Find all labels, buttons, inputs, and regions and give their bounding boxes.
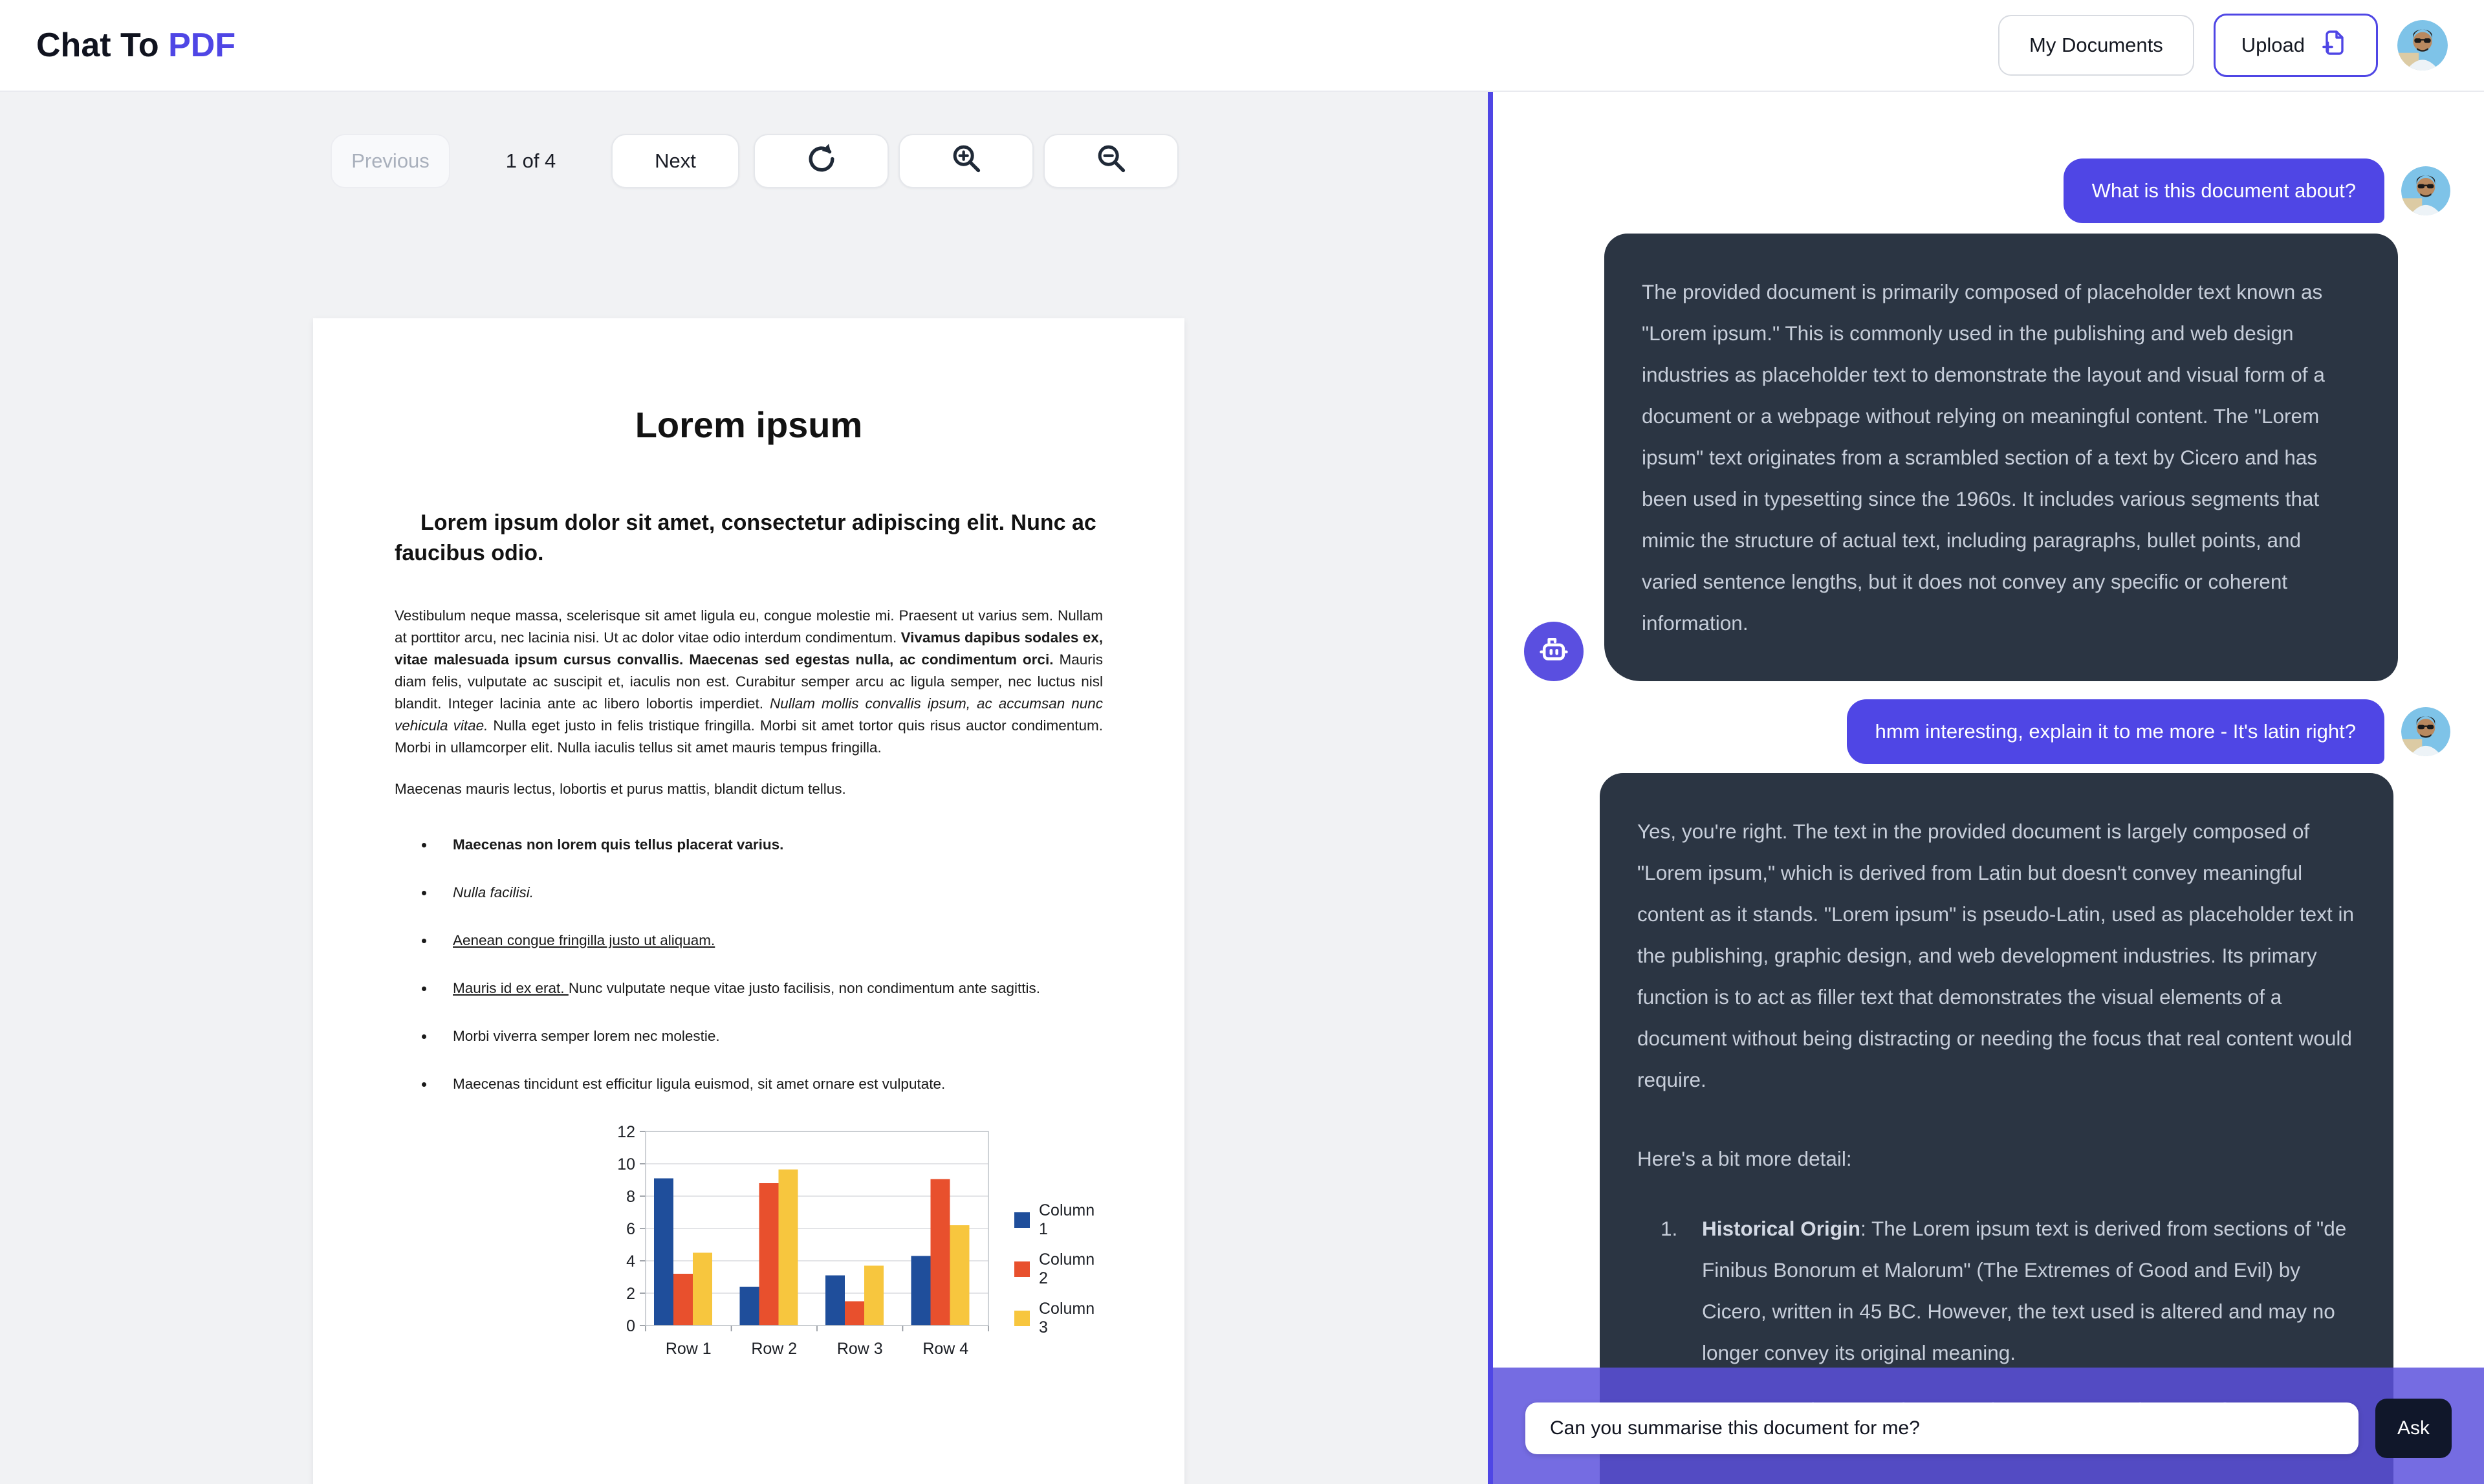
user-message-row: What is this document about? — [1493, 158, 2450, 223]
question-input[interactable] — [1525, 1402, 2359, 1454]
document-paragraph: Maecenas mauris lectus, lobortis et puru… — [395, 781, 846, 797]
header-actions: My Documents Upload — [1998, 14, 2448, 77]
legend-item: Column 1 — [1014, 1201, 1106, 1239]
chart-legend: Column 1 Column 2 Column 3 — [1014, 1201, 1106, 1337]
svg-text:0: 0 — [626, 1317, 635, 1335]
list-item: Aenean congue fringilla justo ut aliquam… — [435, 930, 1103, 952]
bot-message-text: Here's a bit more detail: — [1637, 1147, 1852, 1170]
list-item: Mauris id ex erat. Nunc vulputate neque … — [435, 977, 1103, 999]
svg-text:Row 3: Row 3 — [837, 1340, 883, 1358]
svg-text:6: 6 — [626, 1220, 635, 1238]
chart-bar — [845, 1301, 864, 1326]
user-avatar — [2401, 707, 2450, 756]
chat-message-list[interactable]: What is this document about? The provide… — [1493, 92, 2484, 1484]
pdf-page: Lorem ipsum Lorem ipsum dolor sit amet, … — [313, 318, 1184, 1484]
legend-item: Column 2 — [1014, 1250, 1106, 1288]
zoom-out-button[interactable] — [1043, 134, 1179, 188]
bot-message-text: The provided document is primarily compo… — [1642, 280, 2325, 635]
svg-text:Row 2: Row 2 — [751, 1340, 797, 1358]
legend-label: Column 1 — [1039, 1201, 1095, 1238]
chart-bar — [673, 1274, 693, 1326]
rotate-clockwise-icon — [805, 142, 838, 180]
list-number: 1. — [1661, 1217, 1678, 1240]
document-paragraph: Vestibulum neque massa, scelerisque sit … — [395, 607, 1103, 756]
rotate-button[interactable] — [754, 134, 889, 188]
svg-text:4: 4 — [626, 1252, 635, 1271]
bot-message-bubble: The provided document is primarily compo… — [1604, 234, 2398, 681]
chat-panel: What is this document about? The provide… — [1488, 92, 2484, 1484]
document-subtitle: Lorem ipsum dolor sit amet, consectetur … — [395, 510, 1096, 565]
legend-swatch-column1 — [1014, 1212, 1030, 1228]
list-item: Morbi viverra semper lorem nec molestie. — [435, 1025, 1103, 1047]
upload-label: Upload — [2241, 34, 2305, 56]
chart-bar — [825, 1275, 845, 1326]
upload-button[interactable]: Upload — [2213, 14, 2378, 77]
chat-input-bar: Ask — [1525, 1399, 2452, 1458]
list-item: Maecenas tincidunt est efficitur ligula … — [435, 1073, 1103, 1095]
previous-label: Previous — [351, 149, 430, 172]
brand-text: Chat To — [36, 27, 169, 64]
legend-swatch-column3 — [1014, 1311, 1030, 1326]
list-item: Nulla facilisi. — [435, 882, 1103, 904]
svg-text:12: 12 — [617, 1125, 635, 1141]
bar-chart: 0 2 4 6 8 10 12 Row 1 Row 2 Row 3 Row 4 Column 1 C… — [608, 1123, 1106, 1387]
chart-bar — [739, 1287, 759, 1326]
svg-text:2: 2 — [626, 1285, 635, 1303]
svg-text:10: 10 — [617, 1155, 635, 1173]
chart-bar — [930, 1179, 950, 1326]
brand-accent-text: PDF — [168, 27, 236, 64]
brand-logo: Chat To PDF — [36, 26, 235, 65]
document-title: Lorem ipsum — [635, 404, 863, 445]
chart-bar — [654, 1178, 673, 1326]
next-page-button[interactable]: Next — [611, 134, 739, 188]
user-avatar — [2401, 166, 2450, 215]
bot-message-row: The provided document is primarily compo… — [1524, 234, 2484, 681]
my-documents-label: My Documents — [2029, 34, 2163, 56]
chart-bar — [864, 1265, 884, 1326]
my-documents-button[interactable]: My Documents — [1998, 15, 2194, 76]
pdf-viewer-pane: Previous 1 of 4 Next Lorem ipsum Lorem i… — [0, 92, 1488, 1484]
legend-item: Column 3 — [1014, 1300, 1106, 1337]
user-message-bubble: hmm interesting, explain it to me more -… — [1846, 699, 2384, 764]
bot-avatar — [1524, 622, 1584, 681]
legend-swatch-column2 — [1014, 1261, 1030, 1277]
bot-message-text: Yes, you're right. The text in the provi… — [1637, 820, 2354, 1091]
legend-label: Column 3 — [1039, 1300, 1095, 1337]
svg-text:Row 4: Row 4 — [922, 1340, 968, 1358]
chart-bar — [759, 1183, 779, 1326]
list-item: 1. Historical Origin: The Lorem ipsum te… — [1637, 1208, 2356, 1373]
page-indicator: 1 of 4 — [505, 149, 556, 172]
user-avatar[interactable] — [2397, 20, 2448, 71]
legend-label: Column 2 — [1039, 1250, 1095, 1287]
chart-bar — [693, 1252, 712, 1326]
list-item: Maecenas non lorem quis tellus placerat … — [435, 834, 1103, 856]
app-header: Chat To PDF My Documents Upload — [0, 0, 2484, 92]
user-message-row: hmm interesting, explain it to me more -… — [1493, 699, 2450, 764]
user-message-bubble: What is this document about? — [2063, 158, 2384, 223]
zoom-in-icon — [950, 142, 983, 180]
zoom-in-button[interactable] — [899, 134, 1034, 188]
chart-bar — [950, 1225, 970, 1326]
main-content: Previous 1 of 4 Next Lorem ipsum Lorem i… — [0, 92, 2484, 1484]
pdf-toolbar: Previous 1 of 4 Next — [331, 134, 1179, 188]
previous-page-button[interactable]: Previous — [331, 134, 450, 188]
next-label: Next — [655, 149, 696, 172]
zoom-out-icon — [1095, 142, 1128, 180]
document-bullet-list: Maecenas non lorem quis tellus placerat … — [395, 834, 1103, 1095]
file-plus-icon — [2319, 27, 2350, 63]
robot-icon — [1534, 630, 1574, 673]
svg-text:Row 1: Row 1 — [666, 1340, 712, 1358]
chart-bar — [911, 1256, 931, 1326]
chart-bar — [778, 1169, 798, 1326]
svg-text:8: 8 — [626, 1188, 635, 1206]
ask-button[interactable]: Ask — [2375, 1399, 2452, 1458]
